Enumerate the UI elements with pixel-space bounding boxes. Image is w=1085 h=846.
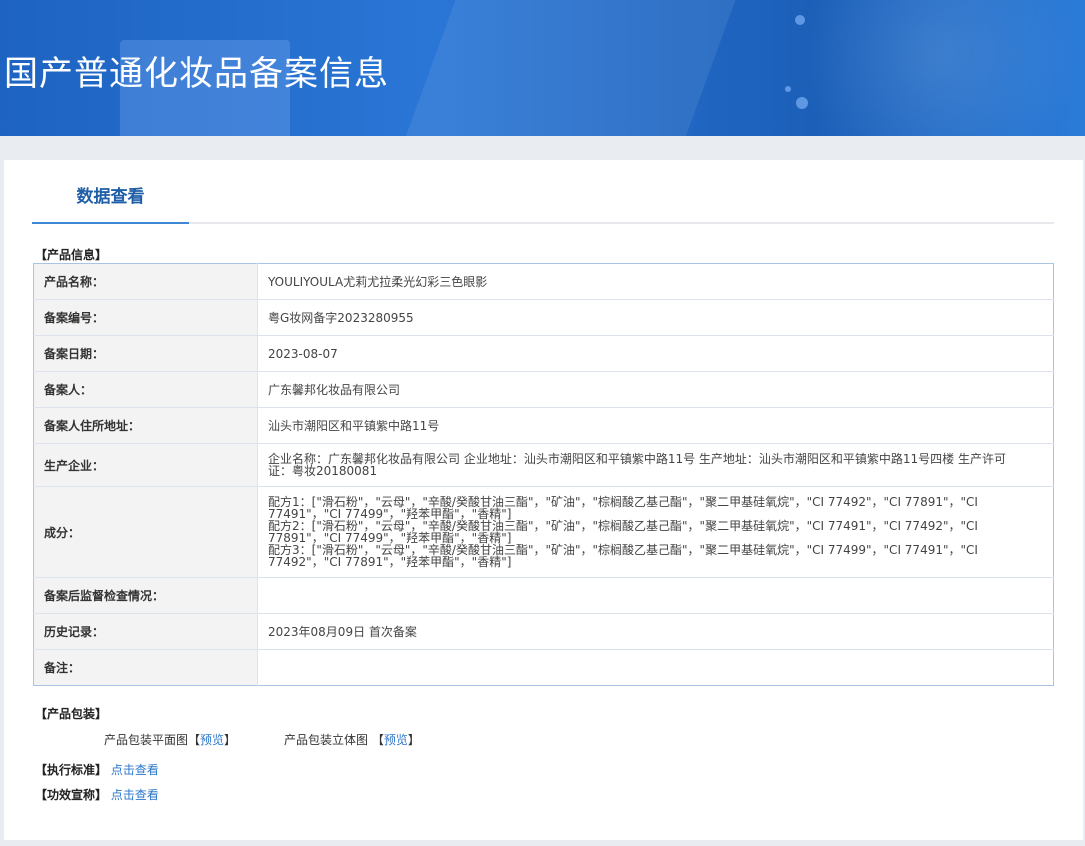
field-label: 生产企业： bbox=[33, 443, 258, 487]
packaging-solid-label: 产品包装立体图 bbox=[284, 733, 369, 747]
packaging-solid-row: 产品包装立体图 【预览】 bbox=[284, 731, 420, 748]
field-label: 备注： bbox=[33, 649, 258, 686]
formula-line: 配方3：["滑石粉"，"云母"，"辛酸/癸酸甘油三酯"，"矿油"，"棕榈酸乙基己… bbox=[268, 543, 978, 569]
standard-title: 【执行标准】 bbox=[35, 763, 108, 777]
bracket: 【 bbox=[371, 733, 384, 747]
preview-flat-link[interactable]: 预览 bbox=[200, 733, 224, 747]
product-info-title: 【产品信息】 bbox=[35, 248, 108, 262]
packaging-title: 【产品包装】 bbox=[35, 707, 108, 721]
field-label: 历史记录： bbox=[33, 613, 258, 650]
packaging-flat-label: 产品包装平面图 bbox=[104, 733, 189, 747]
table-row: 备案后监督检查情况： bbox=[33, 577, 1054, 614]
table-row: 生产企业： 企业名称：广东馨邦化妆品有限公司 企业地址：汕头市潮阳区和平镇紫中路… bbox=[33, 443, 1054, 487]
formula-line: 配方1：["滑石粉"，"云母"，"辛酸/癸酸甘油三酯"，"矿油"，"棕榈酸乙基己… bbox=[268, 495, 978, 521]
page-title: 国产普通化妆品备案信息 bbox=[4, 54, 389, 94]
bracket: 】 bbox=[407, 733, 420, 747]
packaging-flat-row: 产品包装平面图【预览】 bbox=[104, 731, 236, 748]
formula-line: 配方2：["滑石粉"，"云母"，"辛酸/癸酸甘油三酯"，"矿油"，"棕榈酸乙基己… bbox=[268, 519, 978, 545]
field-label: 备案人住所地址： bbox=[33, 407, 258, 444]
field-value: 2023-08-07 bbox=[257, 335, 1054, 372]
table-row: 备案人住所地址： 汕头市潮阳区和平镇紫中路11号 bbox=[33, 407, 1054, 444]
efficacy-row: 【功效宣称】 点击查看 bbox=[35, 786, 159, 803]
banner-decoration bbox=[785, 86, 791, 92]
table-row: 产品名称： YOULIYOULA尤莉尤拉柔光幻彩三色眼影 bbox=[33, 263, 1054, 300]
efficacy-title: 【功效宣称】 bbox=[35, 788, 108, 802]
banner-decoration bbox=[796, 97, 808, 109]
preview-solid-link[interactable]: 预览 bbox=[384, 733, 408, 747]
field-value: 广东馨邦化妆品有限公司 bbox=[257, 371, 1054, 408]
bracket: 】 bbox=[224, 733, 237, 747]
table-row: 备注： bbox=[33, 649, 1054, 686]
header-banner: 国产普通化妆品备案信息 bbox=[0, 0, 1085, 136]
field-label: 产品名称： bbox=[33, 263, 258, 300]
tab-data-view[interactable]: 数据查看 bbox=[32, 180, 189, 224]
product-info-table: 产品名称： YOULIYOULA尤莉尤拉柔光幻彩三色眼影 备案编号： 粤G妆网备… bbox=[33, 263, 1054, 686]
field-value: 汕头市潮阳区和平镇紫中路11号 bbox=[257, 407, 1054, 444]
field-value bbox=[258, 650, 1054, 686]
field-value: 粤G妆网备字2023280955 bbox=[257, 299, 1054, 336]
table-row: 备案日期： 2023-08-07 bbox=[33, 335, 1054, 372]
banner-decoration bbox=[393, 0, 747, 136]
banner-decoration bbox=[720, 0, 1085, 136]
main-panel: 数据查看 【产品信息】 产品名称： YOULIYOULA尤莉尤拉柔光幻彩三色眼影… bbox=[4, 160, 1083, 840]
field-value: YOULIYOULA尤莉尤拉柔光幻彩三色眼影 bbox=[257, 263, 1054, 300]
efficacy-view-link[interactable]: 点击查看 bbox=[111, 788, 159, 802]
field-value-ingredients: 配方1：["滑石粉"，"云母"，"辛酸/癸酸甘油三酯"，"矿油"，"棕榈酸乙基己… bbox=[257, 486, 1054, 578]
field-value: 企业名称：广东馨邦化妆品有限公司 企业地址：汕头市潮阳区和平镇紫中路11号 生产… bbox=[257, 443, 1054, 487]
field-value: 2023年08月09日 首次备案 bbox=[257, 613, 1054, 650]
field-label: 备案日期： bbox=[33, 335, 258, 372]
banner-decoration bbox=[795, 15, 805, 25]
tab-bar: 数据查看 bbox=[32, 180, 1054, 224]
field-label: 成分： bbox=[33, 486, 258, 578]
field-label: 备案后监督检查情况： bbox=[33, 577, 258, 614]
table-row: 历史记录： 2023年08月09日 首次备案 bbox=[33, 613, 1054, 650]
table-row: 备案人： 广东馨邦化妆品有限公司 bbox=[33, 371, 1054, 408]
standard-view-link[interactable]: 点击查看 bbox=[111, 763, 159, 777]
table-row: 成分： 配方1：["滑石粉"，"云母"，"辛酸/癸酸甘油三酯"，"矿油"，"棕榈… bbox=[33, 486, 1054, 578]
field-label: 备案编号： bbox=[33, 299, 258, 336]
field-value bbox=[257, 577, 1054, 614]
bracket: 【 bbox=[188, 733, 201, 747]
table-row: 备案编号： 粤G妆网备字2023280955 bbox=[33, 299, 1054, 336]
field-label: 备案人： bbox=[33, 371, 258, 408]
standard-row: 【执行标准】 点击查看 bbox=[35, 761, 159, 778]
